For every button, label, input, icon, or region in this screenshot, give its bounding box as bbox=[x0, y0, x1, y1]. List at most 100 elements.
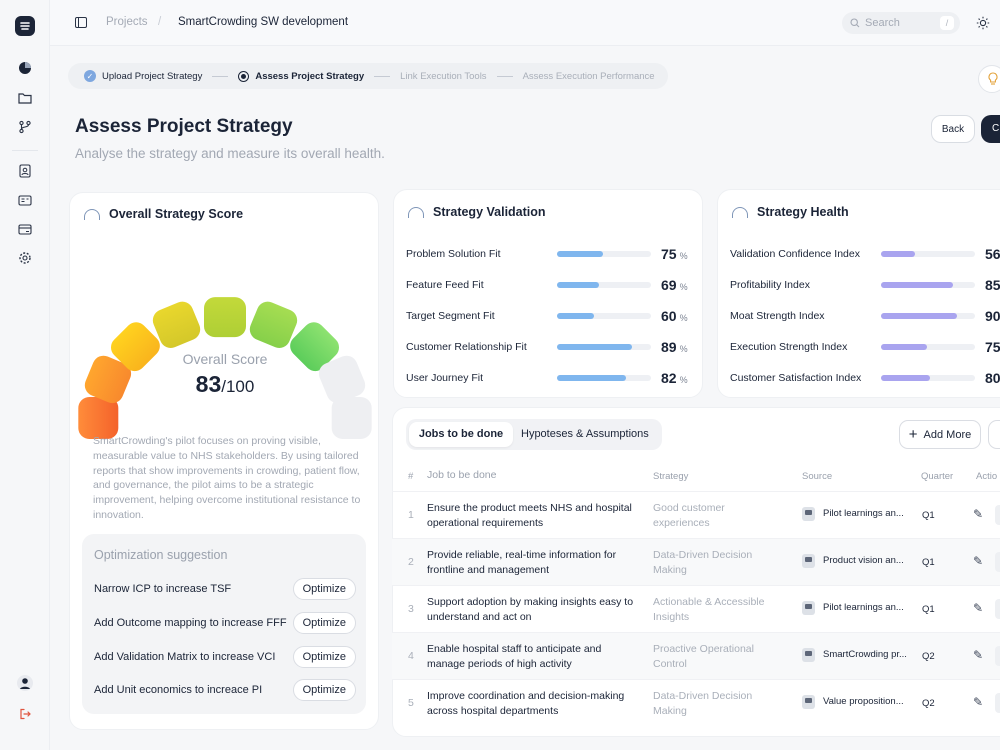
overall-score-value: 83/100 bbox=[70, 371, 380, 398]
contact-icon[interactable] bbox=[15, 161, 35, 181]
table-row[interactable]: 3 Support adoption by making insights eas… bbox=[392, 585, 1000, 632]
edit-icon[interactable]: ✎ bbox=[968, 692, 988, 712]
job-text: Enable hospital staff to anticipate and … bbox=[427, 643, 602, 670]
metric-value: 85 bbox=[985, 277, 1000, 293]
metric-bar bbox=[881, 282, 975, 288]
tab-hypotheses[interactable]: Hypoteses & Assumptions bbox=[521, 422, 649, 447]
optimize-button[interactable]: Optimize bbox=[292, 646, 356, 668]
user-avatar-icon[interactable] bbox=[15, 673, 35, 693]
step-connector bbox=[212, 75, 229, 77]
job-text: Provide reliable, real-time information … bbox=[427, 549, 617, 576]
tab-jobs-to-be-done[interactable]: Jobs to be done bbox=[409, 422, 513, 447]
metric-number: 89 bbox=[661, 339, 677, 355]
metric-bar-fill bbox=[881, 313, 958, 319]
lightbulb-icon[interactable] bbox=[978, 65, 1000, 93]
add-more-label: Add More bbox=[923, 428, 972, 441]
source-link[interactable]: SmartCrowding pr... bbox=[823, 648, 907, 663]
metric-value: 89% bbox=[661, 339, 688, 355]
logo-icon[interactable] bbox=[15, 16, 35, 36]
suggestion-text: Add Unit economics to increace PI bbox=[94, 684, 263, 696]
source-link[interactable]: Pilot learnings an... bbox=[823, 507, 904, 522]
search-icon bbox=[850, 18, 860, 28]
folder-icon[interactable] bbox=[15, 88, 35, 108]
pie-chart-icon[interactable] bbox=[15, 58, 35, 78]
step-assess[interactable]: Assess Project Strategy bbox=[238, 70, 365, 82]
row-number: 2 bbox=[408, 556, 414, 568]
jobs-tabs: Jobs to be done Hypoteses & Assumptions bbox=[406, 419, 662, 450]
logout-icon[interactable] bbox=[15, 704, 35, 724]
column-header-number: # bbox=[408, 471, 414, 482]
metric-bar bbox=[557, 344, 651, 350]
continue-button[interactable]: C bbox=[981, 115, 1000, 143]
edit-icon[interactable]: ✎ bbox=[968, 598, 988, 618]
pdf-file-icon bbox=[802, 554, 815, 569]
metric-bar bbox=[881, 313, 975, 319]
settings-icon[interactable] bbox=[15, 248, 35, 268]
metric-bar bbox=[881, 344, 975, 350]
optimize-button[interactable]: Optimize bbox=[292, 679, 356, 701]
quarter-text: Q2 bbox=[922, 698, 935, 709]
source-link[interactable]: Product vision an... bbox=[823, 554, 904, 569]
table-row[interactable]: 5 Improve coordination and decision-makin… bbox=[392, 679, 1000, 726]
metric-unit: % bbox=[679, 313, 688, 323]
metric-label: Target Segment Fit bbox=[406, 310, 495, 322]
column-header-quarter: Quarter bbox=[921, 471, 954, 482]
metric-unit: % bbox=[679, 251, 688, 261]
metric-value: 75 bbox=[985, 339, 1000, 355]
step-link-tools[interactable]: Link Execution Tools bbox=[400, 71, 486, 82]
metric-bar bbox=[881, 375, 975, 381]
row-action-button[interactable] bbox=[995, 693, 1000, 713]
search-input[interactable]: Search / bbox=[842, 12, 960, 34]
source-link[interactable]: Pilot learnings an... bbox=[823, 601, 904, 616]
step-upload[interactable]: ✓ Upload Project Strategy bbox=[84, 70, 202, 82]
optimize-button[interactable]: Optimize bbox=[292, 578, 356, 600]
strategy-text: Actionable & Accessible Insights bbox=[653, 596, 765, 623]
step-label: Assess Execution Performance bbox=[522, 70, 655, 82]
edit-icon[interactable]: ✎ bbox=[968, 645, 988, 665]
active-step-icon bbox=[238, 70, 250, 82]
pdf-file-icon bbox=[802, 695, 815, 710]
metric-bar-fill bbox=[881, 282, 953, 288]
row-action-button[interactable] bbox=[995, 599, 1000, 619]
metric-number: 80 bbox=[985, 370, 1000, 386]
sidebar-toggle-icon[interactable] bbox=[75, 17, 87, 28]
row-action-button[interactable] bbox=[995, 646, 1000, 666]
table-row[interactable]: 2 Provide reliable, real-time information… bbox=[392, 538, 1000, 585]
row-action-button[interactable] bbox=[995, 552, 1000, 572]
optimize-button[interactable]: Optimize bbox=[292, 612, 356, 634]
row-action-button[interactable] bbox=[995, 505, 1000, 525]
pdf-file-icon bbox=[802, 601, 815, 616]
quarter-text: Q1 bbox=[922, 604, 935, 615]
breadcrumb-projects[interactable]: Projects bbox=[106, 16, 148, 28]
step-connector bbox=[496, 75, 513, 77]
metric-value: 82% bbox=[661, 370, 688, 386]
step-assess-execution[interactable]: Assess Execution Performance bbox=[523, 71, 655, 82]
metric-label: Feature Feed Fit bbox=[406, 279, 484, 291]
source-link[interactable]: Value proposition... bbox=[823, 695, 904, 710]
edit-icon[interactable]: ✎ bbox=[968, 504, 988, 524]
metric-value: 75% bbox=[661, 246, 688, 262]
back-button[interactable]: Back bbox=[931, 115, 975, 143]
column-header-strategy: Strategy bbox=[653, 471, 689, 482]
add-more-button[interactable]: + Add More bbox=[899, 420, 981, 449]
branch-icon[interactable] bbox=[15, 117, 35, 137]
metric-number: 75 bbox=[661, 246, 677, 262]
step-label: Link Execution Tools bbox=[400, 70, 487, 82]
row-number: 1 bbox=[408, 509, 414, 521]
strategy-health-title-text: Strategy Health bbox=[757, 205, 849, 219]
table-row[interactable]: 1 Ensure the product meets NHS and hospit… bbox=[392, 491, 1000, 538]
suggestion-row: Narrow ICP to increase TSF Optimize bbox=[94, 578, 356, 600]
gauge-segment-empty bbox=[331, 397, 372, 439]
sidebar bbox=[0, 0, 50, 750]
overall-score-title-text: Overall Strategy Score bbox=[109, 207, 244, 221]
id-card-icon[interactable] bbox=[15, 190, 35, 210]
theme-toggle-icon[interactable] bbox=[976, 16, 990, 35]
table-row[interactable]: 4 Enable hospital staff to anticipate and… bbox=[392, 632, 1000, 679]
metric-bar-fill bbox=[881, 251, 916, 257]
progress-stepper: ✓ Upload Project Strategy Assess Project… bbox=[68, 63, 668, 89]
card-icon[interactable] bbox=[15, 219, 35, 239]
edit-icon[interactable]: ✎ bbox=[968, 551, 988, 571]
step-label: Assess Project Strategy bbox=[255, 70, 365, 82]
more-options-button[interactable] bbox=[988, 420, 1000, 449]
metric-label: Customer Satisfaction Index bbox=[730, 372, 862, 384]
